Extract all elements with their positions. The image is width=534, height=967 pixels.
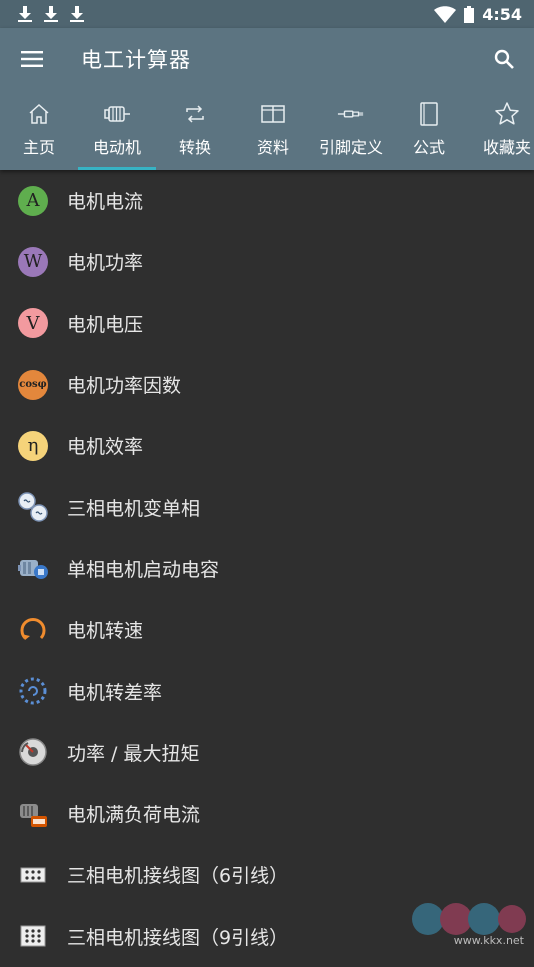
tab-label: 公式 (413, 134, 445, 158)
menu-button[interactable] (14, 41, 50, 77)
list-item-start-capacitor[interactable]: 单相电机启动电容 (0, 538, 534, 599)
list-item-power-factor[interactable]: cosφ 电机功率因数 (0, 354, 534, 415)
watermark-text: www.kkx.net (454, 934, 524, 947)
connector-icon (337, 100, 365, 128)
motor-icon (103, 100, 131, 128)
cos-phi-badge: cosφ (18, 370, 48, 400)
tab-label: 转换 (179, 134, 211, 158)
list-item-motor-current[interactable]: A 电机电流 (0, 170, 534, 231)
wiring-9-icon (17, 920, 49, 952)
tab-home[interactable]: 主页 (0, 90, 78, 170)
wifi-icon (434, 6, 456, 23)
star-icon (493, 100, 521, 128)
list-item-label: 三相电机变单相 (67, 494, 200, 521)
list-item-label: 电机转速 (67, 616, 143, 643)
status-bar: 4:54 (0, 0, 534, 28)
calculator-list: A 电机电流 W 电机功率 V 电机电压 cosφ 电机功率因数 η 电机效率 … (0, 170, 534, 967)
battery-icon (464, 6, 474, 23)
efficiency-eta-badge: η (18, 431, 48, 461)
start-capacitor-icon (17, 552, 49, 584)
list-item-label: 电机电压 (67, 310, 143, 337)
list-item-label: 电机效率 (67, 432, 143, 459)
voltage-v-icon: V (17, 307, 49, 339)
torque-icon (17, 736, 49, 768)
tab-reference[interactable]: 资料 (234, 90, 312, 170)
list-item-motor-speed[interactable]: 电机转速 (0, 599, 534, 660)
list-item-efficiency[interactable]: η 电机效率 (0, 415, 534, 476)
toolbar: 电工计算器 (0, 28, 534, 90)
slip-icon (17, 675, 49, 707)
list-item-label: 三相电机接线图（6引线） (67, 861, 288, 888)
list-item-wiring-6[interactable]: 三相电机接线图（6引线） (0, 844, 534, 905)
status-time: 4:54 (482, 5, 522, 24)
list-item-label: 电机功率 (67, 248, 143, 275)
list-item-three-to-single-phase[interactable]: 三相电机变单相 (0, 476, 534, 537)
app-title: 电工计算器 (81, 44, 191, 74)
tab-convert[interactable]: 转换 (156, 90, 234, 170)
download-icon (38, 0, 64, 28)
power-w-badge: W (18, 247, 48, 277)
list-item-label: 电机转差率 (67, 678, 162, 705)
efficiency-eta-icon: η (17, 430, 49, 462)
list-item-power-torque[interactable]: 功率 / 最大扭矩 (0, 722, 534, 783)
list-item-slip[interactable]: 电机转差率 (0, 660, 534, 721)
tab-label: 主页 (23, 134, 55, 158)
search-button[interactable] (486, 41, 522, 77)
home-icon (25, 100, 53, 128)
hamburger-icon (21, 51, 43, 67)
current-a-icon: A (17, 185, 49, 217)
tab-pinout[interactable]: 引脚定义 (312, 90, 390, 170)
rotation-speed-icon (17, 614, 49, 646)
cos-phi-icon: cosφ (17, 369, 49, 401)
category-tabs: 主页 电动机 转换 资料 引脚定义 (0, 90, 534, 170)
download-icon (64, 0, 90, 28)
voltage-v-badge: V (18, 308, 48, 338)
tab-motor[interactable]: 电动机 (78, 90, 156, 170)
convert-icon (181, 100, 209, 128)
tab-label: 收藏夹 (483, 134, 531, 158)
tab-formula[interactable]: 公式 (390, 90, 468, 170)
list-item-motor-voltage[interactable]: V 电机电压 (0, 293, 534, 354)
power-w-icon: W (17, 246, 49, 278)
tab-favorites[interactable]: 收藏夹 (468, 90, 534, 170)
list-item-label: 单相电机启动电容 (67, 555, 219, 582)
tab-label: 资料 (257, 134, 289, 158)
tab-label: 电动机 (93, 134, 141, 158)
current-a-badge: A (18, 186, 48, 216)
three-to-single-phase-icon (17, 491, 49, 523)
list-item-motor-power[interactable]: W 电机功率 (0, 231, 534, 292)
list-item-label: 电机满负荷电流 (67, 800, 200, 827)
formula-book-icon (415, 100, 443, 128)
tab-label: 引脚定义 (319, 134, 383, 158)
list-item-label: 电机功率因数 (67, 371, 181, 398)
app-bar: 电工计算器 主页 电动机 转换 资料 (0, 28, 534, 170)
full-load-current-icon (17, 798, 49, 830)
list-item-label: 三相电机接线图（9引线） (67, 923, 288, 950)
wiring-6-icon (17, 859, 49, 891)
download-icon (12, 0, 38, 28)
list-item-label: 功率 / 最大扭矩 (67, 739, 199, 766)
list-item-full-load-current[interactable]: 电机满负荷电流 (0, 783, 534, 844)
list-item-label: 电机电流 (67, 187, 143, 214)
book-open-icon (259, 100, 287, 128)
search-icon (494, 49, 514, 69)
